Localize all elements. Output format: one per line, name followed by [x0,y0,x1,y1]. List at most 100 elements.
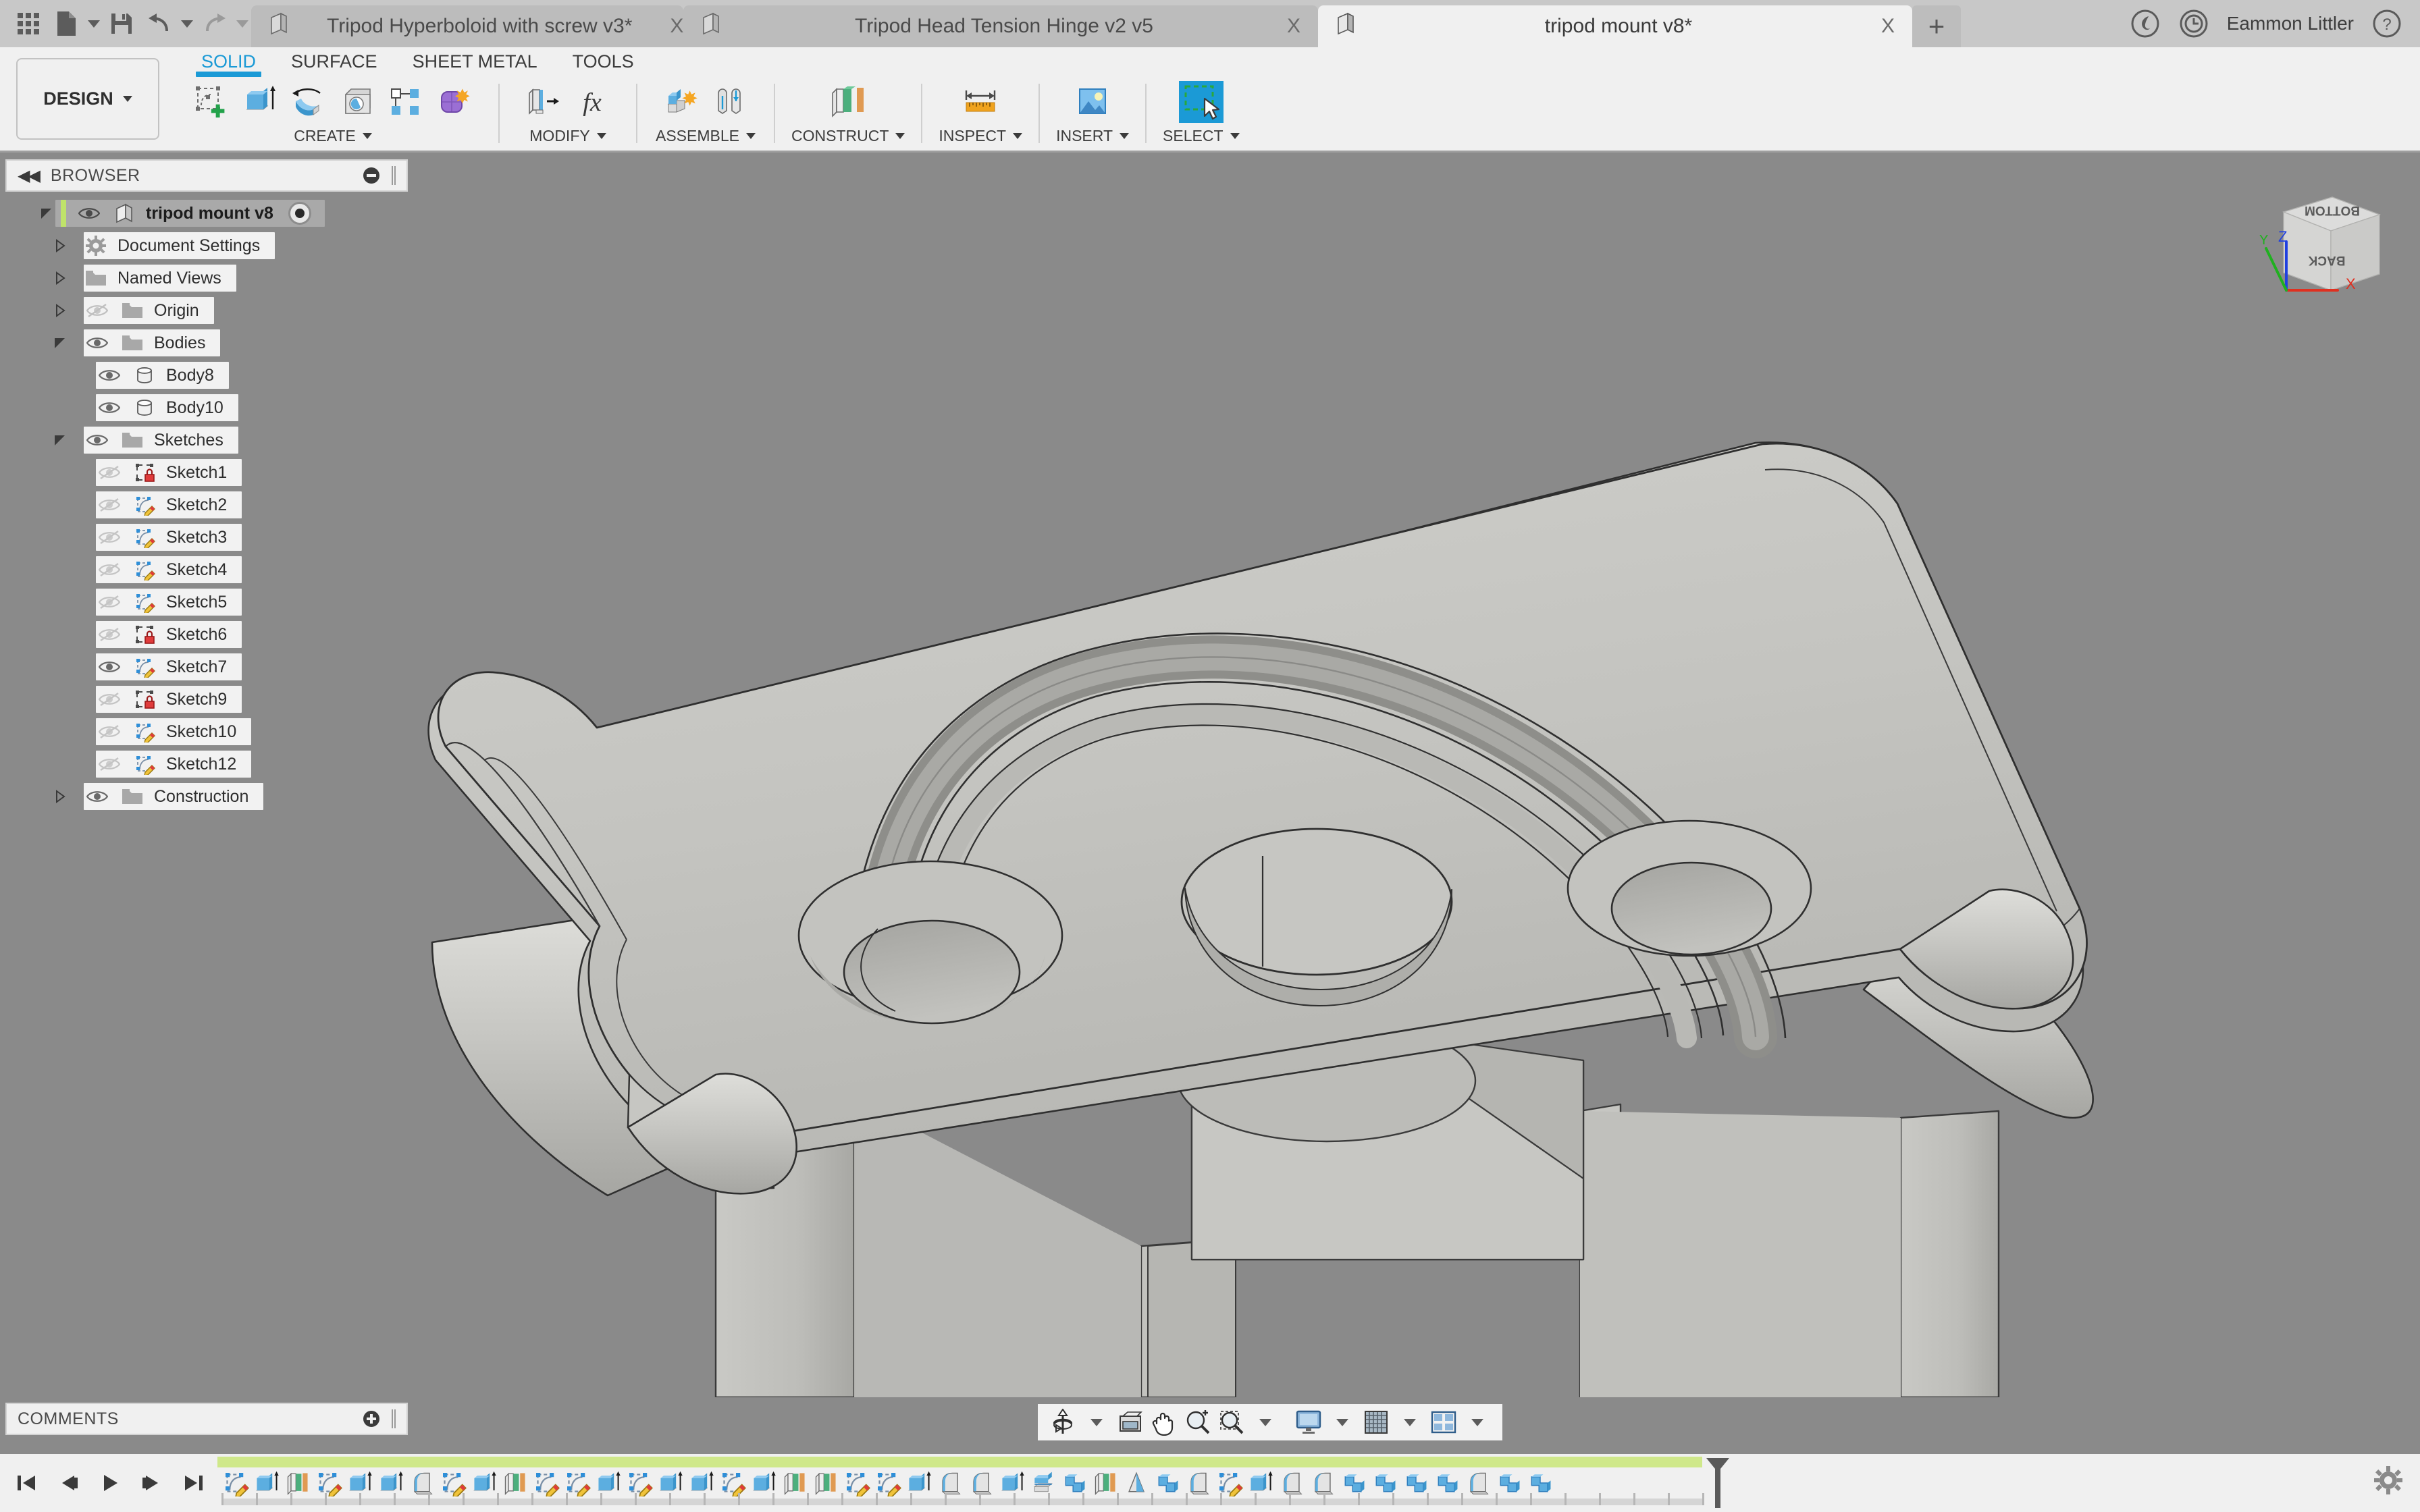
tree-row-sketch5[interactable]: Sketch5 [5,586,411,618]
document-tab-2[interactable]: tripod mount v8* X [1318,5,1912,47]
timeline-begin-icon[interactable] [12,1467,41,1498]
document-tab-0[interactable]: Tripod Hyperboloid with screw v3* X [251,5,683,47]
timeline-feature-27[interactable] [1059,1467,1090,1498]
tree-node-sketch5[interactable]: Sketch5 [96,589,242,616]
timeline-feature-12[interactable] [593,1467,624,1498]
pattern-icon[interactable] [384,81,428,123]
tree-node-sketch2[interactable]: Sketch2 [96,491,242,518]
redo-icon[interactable] [196,5,234,43]
twisty-expanded-icon[interactable] [51,334,69,352]
tree-row-construction[interactable]: Construction [5,780,411,813]
timeline-feature-13[interactable] [624,1467,655,1498]
new-file-icon[interactable] [47,5,85,43]
twisty-expanded-icon[interactable] [51,431,69,449]
tree-node-sketch4[interactable]: Sketch4 [96,556,242,583]
tree-node-sketch10[interactable]: Sketch10 [96,718,252,745]
zoom-window-icon[interactable] [1216,1407,1247,1438]
timeline-feature-22[interactable] [903,1467,935,1498]
tree-row-body8[interactable]: Body8 [5,359,411,392]
tree-row-sketch3[interactable]: Sketch3 [5,521,411,554]
visibility-eye-hidden-icon[interactable] [96,459,123,486]
tree-node-named-views[interactable]: Named Views [84,265,236,292]
change-parameters-icon[interactable]: fx [570,81,614,123]
timeline-feature-2[interactable] [282,1467,313,1498]
undo-icon[interactable] [140,5,178,43]
tree-row-bodies[interactable]: Bodies [5,327,411,359]
workspace-selector-design-button[interactable]: DESIGN [16,58,159,140]
tree-node-sketches[interactable]: Sketches [84,427,238,454]
timeline-feature-0[interactable] [220,1467,251,1498]
twisty-collapsed-icon[interactable] [51,269,69,287]
orbit-caret-icon[interactable] [1081,1407,1112,1438]
timeline-feature-30[interactable] [1152,1467,1183,1498]
activate-component-radio[interactable] [288,202,311,225]
timeline-feature-35[interactable] [1307,1467,1338,1498]
tree-node-sketch12[interactable]: Sketch12 [96,751,252,778]
timeline-feature-5[interactable] [375,1467,406,1498]
pan-icon[interactable] [1149,1407,1180,1438]
insert-image-icon[interactable] [1068,81,1117,123]
job-status-icon[interactable] [2178,8,2209,39]
zoom-window-caret-icon[interactable] [1250,1407,1281,1438]
zoom-icon[interactable] [1182,1407,1213,1438]
timeline-feature-6[interactable] [406,1467,438,1498]
timeline-feature-23[interactable] [935,1467,966,1498]
hole-icon[interactable] [335,81,379,123]
new-file-caret-icon[interactable] [85,5,103,43]
timeline-end-marker[interactable] [1701,1454,1735,1512]
visibility-eye-hidden-icon[interactable] [96,491,123,518]
create-sketch-icon[interactable] [189,81,234,123]
visibility-eye-icon[interactable] [96,653,123,680]
timeline-feature-8[interactable] [469,1467,500,1498]
tree-node-bodies[interactable]: Bodies [84,329,221,356]
minimize-browser-icon[interactable] [363,167,379,184]
app-grid-icon[interactable] [9,5,47,43]
tree-node-document-settings[interactable]: Document Settings [84,232,275,259]
visibility-eye-icon[interactable] [84,783,111,810]
timeline-feature-19[interactable] [810,1467,841,1498]
press-pull-icon[interactable] [521,81,566,123]
tree-row-sketch10[interactable]: Sketch10 [5,716,411,748]
tree-node-body8[interactable]: Body8 [96,362,229,389]
timeline-feature-18[interactable] [779,1467,810,1498]
timeline-feature-17[interactable] [748,1467,779,1498]
visibility-eye-hidden-icon[interactable] [84,297,111,324]
timeline-feature-36[interactable] [1338,1467,1369,1498]
comments-resize-grip[interactable] [392,1409,396,1428]
twisty-collapsed-icon[interactable] [51,237,69,254]
tree-row-sketch4[interactable]: Sketch4 [5,554,411,586]
tree-row-root[interactable]: tripod mount v8 [5,197,411,230]
browser-resize-grip[interactable] [392,166,396,185]
panel-select-label[interactable]: SELECT [1163,124,1240,147]
timeline-feature-10[interactable] [531,1467,562,1498]
tree-row-sketch1[interactable]: Sketch1 [5,456,411,489]
visibility-eye-icon[interactable] [76,200,103,227]
viewports-caret-icon[interactable] [1462,1407,1493,1438]
document-tab-2-close-icon[interactable]: X [1881,15,1895,38]
view-cube[interactable]: BOTTOM BACK X Z Y [2251,177,2406,312]
document-tab-1-close-icon[interactable]: X [1287,15,1300,38]
tree-node-origin[interactable]: Origin [84,297,214,324]
tree-node-construction[interactable]: Construction [84,783,264,810]
document-tab-1[interactable]: Tripod Head Tension Hinge v2 v5 X [683,5,1318,47]
timeline-feature-24[interactable] [966,1467,997,1498]
save-icon[interactable] [103,5,140,43]
tree-row-sketch7[interactable]: Sketch7 [5,651,411,683]
tree-node-body10[interactable]: Body10 [96,394,238,421]
tab-solid[interactable]: SOLID [184,47,273,77]
visibility-eye-hidden-icon[interactable] [96,621,123,648]
tree-node-sketch7[interactable]: Sketch7 [96,653,242,680]
visibility-eye-icon[interactable] [84,329,111,356]
user-name[interactable]: Eammon Littler [2227,13,2354,34]
extrude-icon[interactable] [238,81,282,123]
timeline-feature-3[interactable] [313,1467,344,1498]
timeline-feature-20[interactable] [841,1467,872,1498]
twisty-expanded-icon[interactable] [38,205,55,222]
tree-node-sketch3[interactable]: Sketch3 [96,524,242,551]
timeline-settings-gear-icon[interactable] [2374,1466,2405,1497]
collapse-panel-icon[interactable]: ◀◀ [18,166,41,186]
grid-snap-icon[interactable] [1361,1407,1392,1438]
tree-row-body10[interactable]: Body10 [5,392,411,424]
panel-modify-label[interactable]: MODIFY [529,124,606,147]
timeline-step-forward-icon[interactable] [138,1467,166,1498]
